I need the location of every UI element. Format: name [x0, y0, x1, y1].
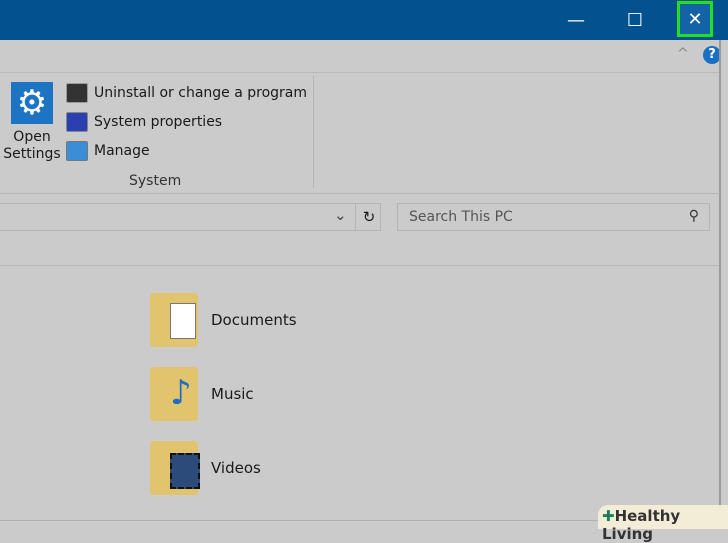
music-note-icon: ♪: [170, 373, 192, 413]
refresh-button[interactable]: ↻: [355, 203, 382, 231]
watermark-text: Healthy Living: [602, 507, 681, 543]
search-placeholder: Search This PC: [409, 209, 513, 225]
collapse-ribbon-button[interactable]: ^: [677, 46, 689, 62]
group-divider: [313, 76, 314, 188]
folder-music[interactable]: Music: [211, 385, 254, 403]
maximize-button[interactable]: ☐: [612, 0, 658, 40]
folder-videos[interactable]: Videos: [211, 459, 261, 477]
watermark: ✚Healthy Living: [598, 505, 728, 543]
settings-gear-icon[interactable]: ⚙: [11, 82, 53, 124]
label: Open: [13, 129, 51, 145]
ribbon-tab-row: [0, 40, 720, 73]
minimize-button[interactable]: —: [553, 0, 599, 40]
program-icon: [66, 83, 88, 103]
computer-check-icon: [66, 112, 88, 132]
label: System properties: [94, 114, 223, 130]
music-folder-icon[interactable]: ♪: [150, 367, 198, 421]
manage-button[interactable]: Manage: [66, 140, 150, 162]
ribbon-group-label: System: [129, 173, 182, 189]
folder-documents[interactable]: Documents: [211, 311, 297, 329]
open-settings-button[interactable]: Open Settings: [2, 129, 62, 163]
column-header-divider: [0, 265, 719, 266]
videos-folder-icon[interactable]: [150, 441, 200, 495]
label: Uninstall or change a program: [94, 85, 308, 101]
film-icon: [170, 453, 200, 489]
documents-folder-icon[interactable]: [150, 293, 198, 347]
close-button[interactable]: ✕: [677, 1, 713, 37]
system-properties-button[interactable]: System properties: [66, 111, 222, 133]
label: Manage: [94, 143, 150, 159]
chevron-down-icon[interactable]: ⌄: [334, 206, 347, 224]
search-input[interactable]: Search This PC ⚲: [397, 203, 710, 231]
manage-computer-icon: [66, 141, 88, 161]
document-icon: [170, 303, 196, 339]
address-bar[interactable]: [0, 203, 381, 231]
uninstall-program-button[interactable]: Uninstall or change a program: [66, 82, 307, 104]
label: Settings: [3, 146, 61, 162]
search-icon: ⚲: [688, 208, 699, 224]
